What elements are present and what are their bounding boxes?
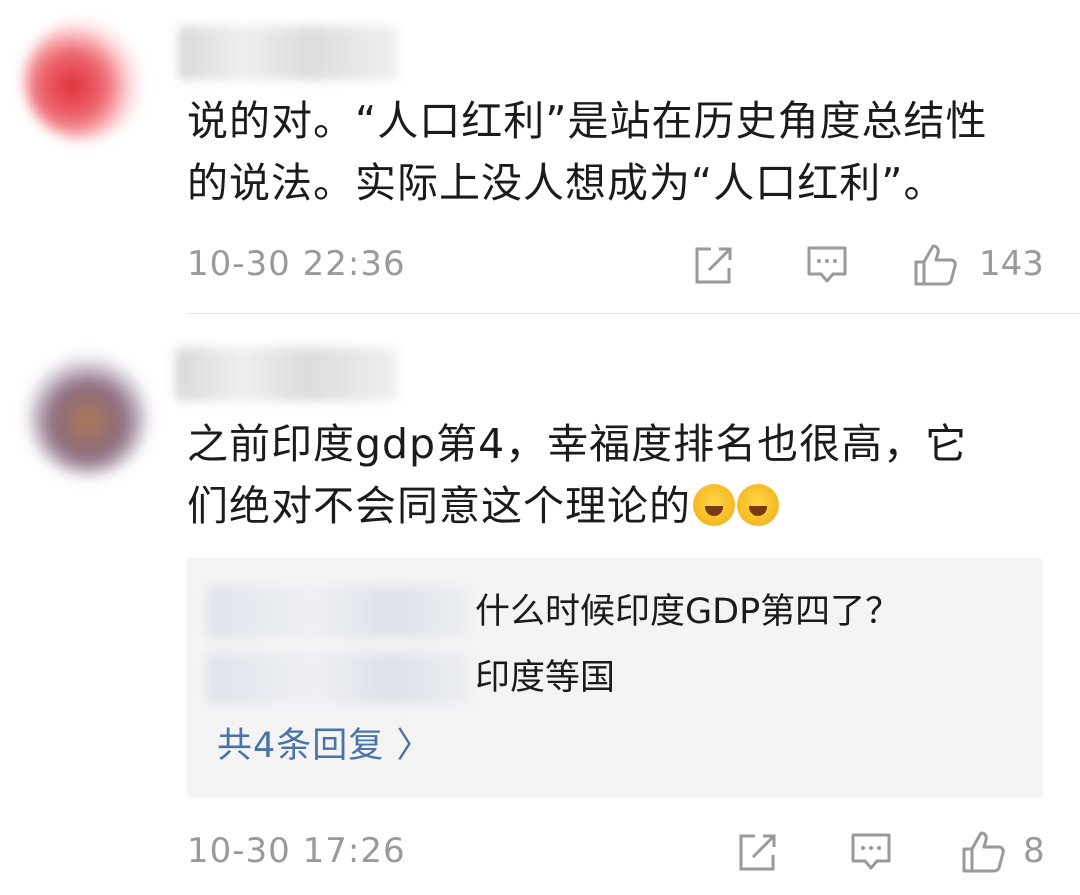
reply-preview-box[interactable]: 什么时候印度GDP第四了？ 印度等国 共4条回复 〉 <box>187 558 1043 798</box>
comment-text-line: 说的对。“人口红利”是站在历史角度总结性 <box>187 97 988 145</box>
username-blurred[interactable] <box>175 347 397 401</box>
like-count: 8 <box>1023 831 1045 871</box>
reply-username-blurred <box>207 652 469 704</box>
comment-text: 之前印度gdp第4，幸福度排名也很高，它 们绝对不会同意这个理论的 <box>187 413 1040 537</box>
share-icon[interactable] <box>689 240 737 290</box>
avatar[interactable] <box>28 355 148 475</box>
reply-text: 印度等国 <box>475 658 616 698</box>
divider <box>187 313 1080 314</box>
comment-text-line: 们绝对不会同意这个理论的 <box>187 475 1040 537</box>
reply-username-blurred <box>207 586 469 638</box>
like-count: 143 <box>979 244 1044 284</box>
comment-footer: 10-30 22:36 143 <box>187 240 1044 290</box>
reply-text: 什么时候印度GDP第四了？ <box>475 592 901 632</box>
comment-text-line: 之前印度gdp第4，幸福度排名也很高，它 <box>187 420 968 468</box>
laughing-crying-emoji-icon <box>737 484 779 526</box>
comment-icon[interactable] <box>803 240 851 290</box>
view-all-replies-link[interactable]: 共4条回复 〉 <box>217 718 432 774</box>
timestamp: 10-30 22:36 <box>187 244 406 284</box>
comment-icon[interactable] <box>847 827 895 877</box>
username-blurred[interactable] <box>178 26 398 80</box>
comment-text-span: 们绝对不会同意这个理论的 <box>187 482 691 530</box>
comment-footer: 10-30 17:26 8 <box>187 827 1045 877</box>
avatar[interactable] <box>24 20 144 140</box>
thumbs-up-icon[interactable] <box>959 827 1007 877</box>
timestamp: 10-30 17:26 <box>187 831 406 871</box>
comment-text: 说的对。“人口红利”是站在历史角度总结性 的说法。实际上没人想成为“人口红利”。 <box>187 90 1040 214</box>
share-icon[interactable] <box>733 827 781 877</box>
comment-item: 之前印度gdp第4，幸福度排名也很高，它 们绝对不会同意这个理论的 什么时候印度… <box>0 315 1080 895</box>
comment-text-line: 的说法。实际上没人想成为“人口红利”。 <box>187 159 946 207</box>
thumbs-up-icon[interactable] <box>911 240 959 290</box>
comment-item: 说的对。“人口红利”是站在历史角度总结性 的说法。实际上没人想成为“人口红利”。… <box>0 0 1080 315</box>
laughing-crying-emoji-icon <box>693 484 735 526</box>
